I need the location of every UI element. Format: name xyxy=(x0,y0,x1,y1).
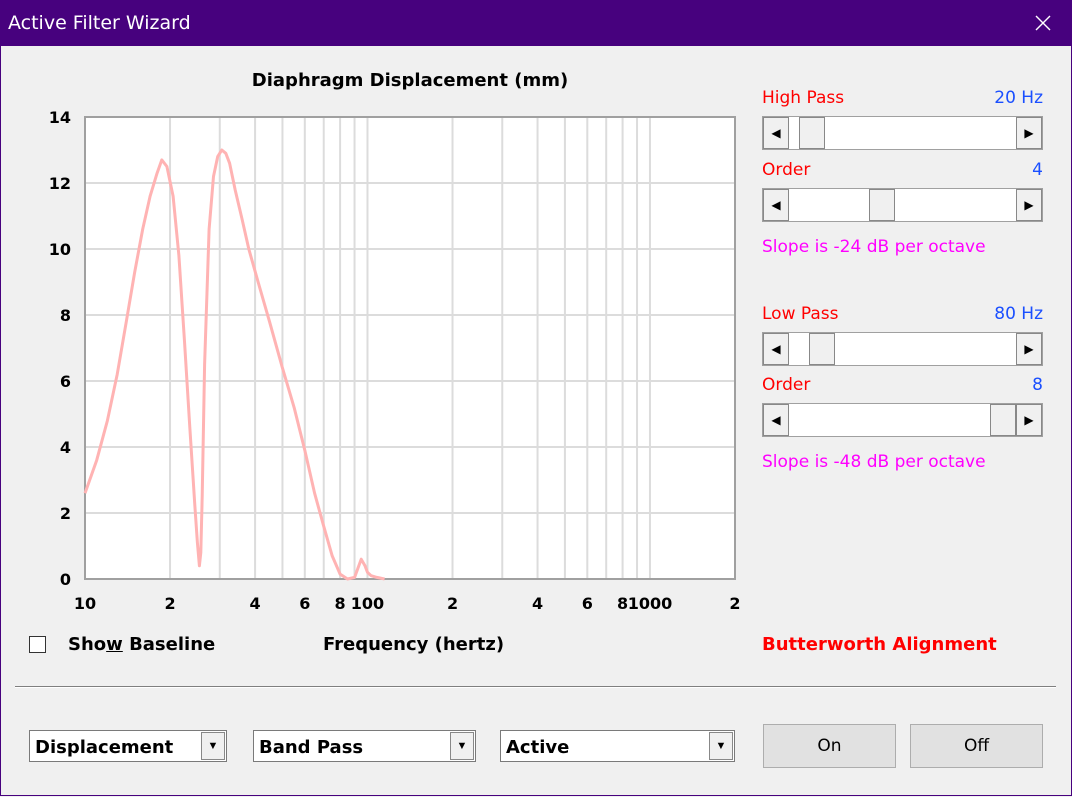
low-pass-value: 80 Hz xyxy=(994,304,1043,324)
low-order-label: Order xyxy=(762,375,811,395)
filter-mode-select[interactable]: Active ▼ xyxy=(500,730,735,762)
x-tick-label: 6 xyxy=(299,594,310,613)
slider-thumb[interactable] xyxy=(869,189,896,221)
scroll-left-icon[interactable]: ◀ xyxy=(763,333,789,365)
low-pass-label: Low Pass xyxy=(762,304,839,324)
on-button[interactable]: On xyxy=(763,724,896,768)
low-order-value: 8 xyxy=(1032,375,1043,395)
title-bar: Active Filter Wizard xyxy=(0,0,1072,46)
x-tick-label: 8 xyxy=(617,594,628,613)
y-tick-label: 6 xyxy=(60,372,71,391)
x-tick-label: 4 xyxy=(250,594,261,613)
chevron-down-icon[interactable]: ▼ xyxy=(201,732,225,760)
high-pass-slider[interactable]: ◀ ▶ xyxy=(762,116,1043,150)
high-slope-text: Slope is -24 dB per octave xyxy=(762,237,986,257)
off-button[interactable]: Off xyxy=(910,724,1043,768)
scroll-left-icon[interactable]: ◀ xyxy=(763,189,789,221)
scroll-right-icon[interactable]: ▶ xyxy=(1016,333,1042,365)
scroll-right-icon[interactable]: ▶ xyxy=(1016,404,1042,436)
x-tick-label: 6 xyxy=(582,594,593,613)
high-pass-value: 20 Hz xyxy=(994,88,1043,108)
high-pass-label: High Pass xyxy=(762,88,845,108)
y-tick-label: 4 xyxy=(60,438,71,457)
scroll-left-icon[interactable]: ◀ xyxy=(763,117,789,149)
high-order-label: Order xyxy=(762,160,811,180)
show-baseline-checkbox[interactable] xyxy=(29,636,46,653)
window-title: Active Filter Wizard xyxy=(8,12,191,34)
chart-title: Diaphragm Displacement (mm) xyxy=(251,70,569,91)
y-tick-label: 0 xyxy=(60,570,71,589)
x-tick-label: 1000 xyxy=(628,594,673,613)
y-tick-label: 14 xyxy=(49,108,71,127)
x-tick-label: 2 xyxy=(729,594,740,613)
close-icon xyxy=(1035,15,1051,31)
displacement-chart: 0246810121410 2 4 6 8 100 2 4 6 8 1000 2 xyxy=(49,108,740,613)
alignment-label: Butterworth Alignment xyxy=(762,634,997,655)
filter-type-select[interactable]: Band Pass ▼ xyxy=(253,730,476,762)
high-order-slider[interactable]: ◀ ▶ xyxy=(762,188,1043,222)
chevron-down-icon[interactable]: ▼ xyxy=(450,732,474,760)
plot-type-value: Displacement xyxy=(35,737,174,758)
chevron-down-icon[interactable]: ▼ xyxy=(709,732,733,760)
low-slope-text: Slope is -48 dB per octave xyxy=(762,452,986,472)
y-tick-label: 2 xyxy=(60,504,71,523)
x-tick-label: 100 xyxy=(351,594,384,613)
y-tick-label: 12 xyxy=(49,174,71,193)
filter-type-value: Band Pass xyxy=(259,737,364,758)
filter-mode-value: Active xyxy=(506,737,570,758)
x-tick-label: 10 xyxy=(74,594,96,613)
low-order-slider[interactable]: ◀ ▶ xyxy=(762,403,1043,437)
slider-thumb[interactable] xyxy=(990,404,1016,436)
separator-highlight xyxy=(15,687,1056,688)
close-button[interactable] xyxy=(1014,0,1072,46)
low-pass-slider[interactable]: ◀ ▶ xyxy=(762,332,1043,366)
y-tick-label: 8 xyxy=(60,306,71,325)
x-tick-label: 2 xyxy=(164,594,175,613)
slider-thumb[interactable] xyxy=(799,117,826,149)
plot-type-select[interactable]: Displacement ▼ xyxy=(29,730,227,762)
x-axis-label: Frequency (hertz) xyxy=(323,634,505,655)
y-tick-label: 10 xyxy=(49,240,71,259)
high-order-value: 4 xyxy=(1032,160,1043,180)
show-baseline-label[interactable]: Show Baseline xyxy=(68,634,215,655)
x-tick-label: 4 xyxy=(532,594,543,613)
x-tick-label: 8 xyxy=(335,594,346,613)
scroll-right-icon[interactable]: ▶ xyxy=(1016,189,1042,221)
slider-thumb[interactable] xyxy=(809,333,836,365)
x-tick-label: 2 xyxy=(447,594,458,613)
scroll-right-icon[interactable]: ▶ xyxy=(1016,117,1042,149)
scroll-left-icon[interactable]: ◀ xyxy=(763,404,789,436)
